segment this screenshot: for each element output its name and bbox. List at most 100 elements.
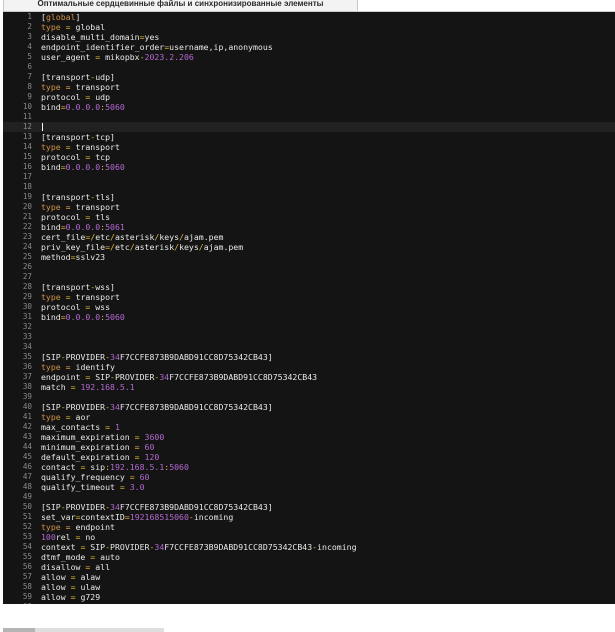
code-line[interactable]: 6: [3, 62, 615, 72]
code-line[interactable]: 9 protocol = udp: [3, 92, 615, 102]
code-line[interactable]: 39: [3, 392, 615, 402]
code-text: bind=0.0.0.0:5060: [41, 102, 125, 112]
code-text: disable_multi_domain=yes: [41, 32, 160, 42]
code-line[interactable]: 48 qualify_timeout = 3.0: [3, 482, 615, 492]
line-number: 11: [22, 112, 32, 121]
code-line[interactable]: 37 endpoint = SIP-PROVIDER-34F7CCFE873B9D…: [3, 372, 615, 382]
code-line[interactable]: 50 [SIP-PROVIDER-34F7CCFE873B9DABD91CC8D7…: [3, 502, 615, 512]
code-text: bind=0.0.0.0:5060: [41, 162, 125, 172]
line-number: 9: [27, 92, 32, 101]
code-line[interactable]: 44 minimum_expiration = 60: [3, 442, 615, 452]
code-text: type = endpoint: [41, 522, 115, 532]
code-line[interactable]: 18: [3, 182, 615, 192]
code-line[interactable]: 19 [transport-tls]: [3, 192, 615, 202]
code-line[interactable]: 3 disable_multi_domain=yes: [3, 32, 615, 42]
line-number: 36: [22, 362, 32, 371]
code-line[interactable]: 34: [3, 342, 615, 352]
line-number: 16: [22, 162, 32, 171]
code-text: cert_file=/etc/asterisk/keys/ajam.pem: [41, 232, 224, 242]
code-line[interactable]: 47 qualify_frequency = 60: [3, 472, 615, 482]
code-editor[interactable]: 1 [global] 2 type = global 3 disable_multi_do…: [3, 12, 615, 604]
code-line[interactable]: 45 default_expiration = 120: [3, 452, 615, 462]
code-line[interactable]: 13 [transport-tcp]: [3, 132, 615, 142]
line-number: 49: [22, 492, 32, 501]
code-line[interactable]: 17: [3, 172, 615, 182]
code-line[interactable]: 15 protocol = tcp: [3, 152, 615, 162]
code-line[interactable]: 8 type = transport: [3, 82, 615, 92]
line-number: 25: [22, 252, 32, 261]
code-line[interactable]: 24 priv_key_file=/etc/asterisk/keys/ajam.…: [3, 242, 615, 252]
file-tab[interactable]: Оптимальные сердцевинные файлы и синхрон…: [3, 0, 358, 12]
line-number: 21: [22, 212, 32, 221]
code-line[interactable]: 42 max_contacts = 1: [3, 422, 615, 432]
line-number: 15: [22, 152, 32, 161]
code-text: type = global: [41, 22, 106, 32]
code-text: protocol = tcp: [41, 152, 111, 162]
code-line[interactable]: 14 type = transport: [3, 142, 615, 152]
code-text: qualify_frequency = 60: [41, 472, 150, 482]
code-text: [transport-tls]: [41, 192, 115, 202]
line-number: 39: [22, 392, 32, 401]
code-line[interactable]: 40 [SIP-PROVIDER-34F7CCFE873B9DABD91CC8D7…: [3, 402, 615, 412]
line-number: 27: [22, 272, 32, 281]
line-number: 42: [22, 422, 32, 431]
code-text: [transport-tcp]: [41, 132, 115, 142]
code-text: protocol = udp: [41, 92, 111, 102]
code-text: endpoint_identifier_order=username,ip,an…: [41, 42, 273, 52]
code-line[interactable]: 22 bind=0.0.0.0:5061: [3, 222, 615, 232]
code-line[interactable]: 2 type = global: [3, 22, 615, 32]
code-line[interactable]: 20 type = transport: [3, 202, 615, 212]
code-line[interactable]: 4 endpoint_identifier_order=username,ip,a…: [3, 42, 615, 52]
code-text: [global]: [41, 12, 81, 22]
code-line[interactable]: 54 context = SIP-PROVIDER-34F7CCFE873B9DA…: [3, 542, 615, 552]
code-line[interactable]: 25 method=sslv23: [3, 252, 615, 262]
line-number: 48: [22, 482, 32, 491]
code-line[interactable]: 56 disallow = all: [3, 562, 615, 572]
code-line[interactable]: 5 user_agent = mikopbx-2023.2.206: [3, 52, 615, 62]
line-number: 28: [22, 282, 32, 291]
code-line[interactable]: 31 bind=0.0.0.0:5060: [3, 312, 615, 322]
code-line[interactable]: 12: [3, 122, 615, 132]
code-line[interactable]: 49: [3, 492, 615, 502]
code-line[interactable]: 28 [transport-wss]: [3, 282, 615, 292]
code-line[interactable]: 11: [3, 112, 615, 122]
code-line[interactable]: 58 allow = ulaw: [3, 582, 615, 592]
code-line[interactable]: 35 [SIP-PROVIDER-34F7CCFE873B9DABD91CC8D7…: [3, 352, 615, 362]
code-line[interactable]: 30 protocol = wss: [3, 302, 615, 312]
line-number: 3: [27, 32, 32, 41]
code-line[interactable]: 29 type = transport: [3, 292, 615, 302]
code-line[interactable]: 41 type = aor: [3, 412, 615, 422]
code-line[interactable]: 1 [global]: [3, 12, 615, 22]
code-line[interactable]: 60 allow = h264: [3, 602, 615, 604]
code-line[interactable]: 43 maximum_expiration = 3600: [3, 432, 615, 442]
code-line[interactable]: 46 contact = sip:192.168.5.1:5060: [3, 462, 615, 472]
line-number: 12: [22, 122, 32, 131]
code-text: set_var=contextID=192168515060-incoming: [41, 512, 234, 522]
code-text: default_expiration = 120: [41, 452, 160, 462]
horizontal-scrollbar-thumb[interactable]: [3, 628, 35, 632]
line-number: 26: [22, 262, 32, 271]
code-line[interactable]: 32: [3, 322, 615, 332]
code-text: minimum_expiration = 60: [41, 442, 155, 452]
code-line[interactable]: 52 type = endpoint: [3, 522, 615, 532]
code-line[interactable]: 55 dtmf_mode = auto: [3, 552, 615, 562]
code-line[interactable]: 10 bind=0.0.0.0:5060: [3, 102, 615, 112]
code-line[interactable]: 36 type = identify: [3, 362, 615, 372]
code-text: 100rel = no: [41, 532, 96, 542]
code-line[interactable]: 23 cert_file=/etc/asterisk/keys/ajam.pem: [3, 232, 615, 242]
text-cursor: [42, 123, 43, 131]
line-number: 30: [22, 302, 32, 311]
code-line[interactable]: 26: [3, 262, 615, 272]
code-line[interactable]: 59 allow = g729: [3, 592, 615, 602]
code-line[interactable]: 7 [transport-udp]: [3, 72, 615, 82]
code-line[interactable]: 51 set_var=contextID=192168515060-incomin…: [3, 512, 615, 522]
code-line[interactable]: 53 100rel = no: [3, 532, 615, 542]
line-number: 53: [22, 532, 32, 541]
code-text: type = transport: [41, 82, 120, 92]
code-line[interactable]: 21 protocol = tls: [3, 212, 615, 222]
code-line[interactable]: 27: [3, 272, 615, 282]
code-line[interactable]: 16 bind=0.0.0.0:5060: [3, 162, 615, 172]
code-line[interactable]: 57 allow = alaw: [3, 572, 615, 582]
code-line[interactable]: 38 match = 192.168.5.1: [3, 382, 615, 392]
code-line[interactable]: 33: [3, 332, 615, 342]
